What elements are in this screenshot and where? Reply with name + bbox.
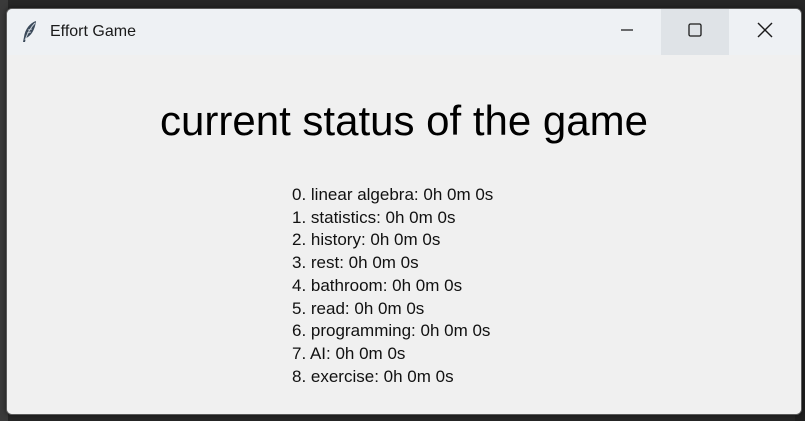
list-item: 2. history: 0h 0m 0s <box>292 230 441 250</box>
list-item: 3. rest: 0h 0m 0s <box>292 253 419 273</box>
list-item: 6. programming: 0h 0m 0s <box>292 321 491 341</box>
list-item: 4. bathroom: 0h 0m 0s <box>292 275 463 295</box>
app-window: Effort Game current status of the game 0… <box>6 8 802 415</box>
minimize-icon <box>620 23 634 42</box>
maximize-icon <box>688 22 702 42</box>
list-item: 5. read: 0h 0m 0s <box>292 298 425 318</box>
page-title: current status of the game <box>160 97 648 144</box>
main-content: current status of the game 0. linear alg… <box>7 55 801 414</box>
list-item: 8. exercise: 0h 0m 0s <box>292 366 454 386</box>
list-item: 0. linear algebra: 0h 0m 0s <box>292 185 494 204</box>
window-title: Effort Game <box>50 23 136 40</box>
list-item: 7. AI: 0h 0m 0s <box>292 343 406 363</box>
close-icon <box>757 22 773 43</box>
close-button[interactable] <box>729 9 801 55</box>
maximize-button[interactable] <box>661 9 729 55</box>
status-list: 0. linear algebra: 0h 0m 0s 1. statistic… <box>292 184 493 388</box>
feather-icon <box>20 20 40 44</box>
minimize-button[interactable] <box>593 9 661 55</box>
title-bar[interactable]: Effort Game <box>7 9 801 55</box>
list-item: 1. statistics: 0h 0m 0s <box>292 207 456 227</box>
